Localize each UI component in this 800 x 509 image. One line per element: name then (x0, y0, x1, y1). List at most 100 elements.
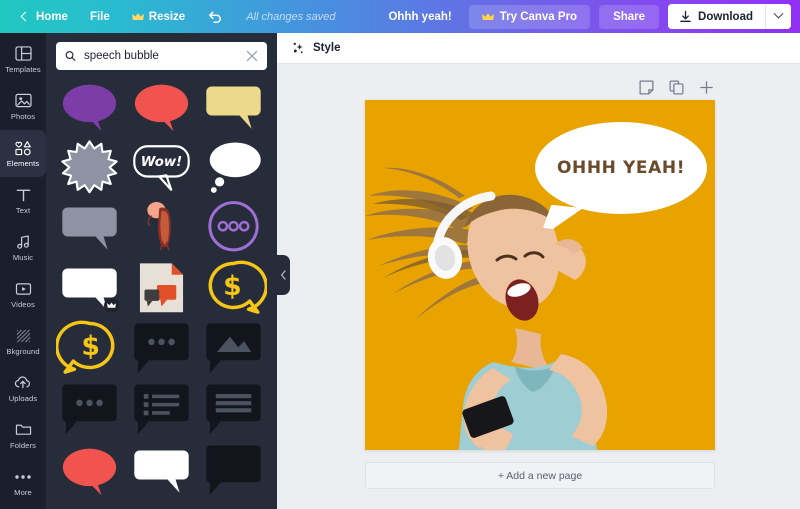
sidebar-item-more[interactable]: More (0, 459, 46, 506)
bubble-text: OHHH YEAH! (556, 158, 686, 178)
style-tab-label[interactable]: Style (313, 42, 341, 54)
download-group: Download (668, 4, 791, 29)
sidebar-item-videos[interactable]: Videos (0, 271, 46, 318)
save-status: All changes saved (246, 10, 336, 23)
element-result-grey-burst-bubble[interactable] (56, 139, 123, 195)
element-result-black-plain-bubble[interactable] (200, 442, 267, 498)
sidebar-item-label: Folders (9, 441, 37, 450)
add-new-page-button[interactable]: + Add a new page (365, 462, 715, 489)
element-result-paper-chat-icons[interactable] (128, 260, 195, 316)
download-label: Download (698, 10, 753, 23)
folders-icon (15, 421, 32, 438)
search-container (46, 33, 277, 78)
sparkle-icon (293, 42, 303, 53)
uploads-icon (14, 374, 32, 391)
resize-label: Resize (148, 10, 186, 23)
element-result-black-lines-bubble[interactable] (200, 381, 267, 437)
collapse-panel-button[interactable] (277, 255, 290, 295)
elements-panel: Wow! $ $ (46, 33, 277, 509)
sidebar-item-templates[interactable]: Templates (0, 36, 46, 83)
element-result-purple-dots-circle-bubble[interactable] (200, 199, 267, 255)
chevron-down-icon (773, 8, 784, 19)
download-options-button[interactable] (765, 4, 791, 29)
chevron-left-icon (20, 11, 31, 22)
element-result-white-thought-bubble[interactable] (200, 139, 267, 195)
sidebar-item-label: Elements (6, 159, 40, 168)
chevron-left-icon (280, 270, 286, 280)
templates-icon (14, 45, 32, 62)
download-button[interactable]: Download (668, 4, 765, 29)
sidebar-item-elements[interactable]: Elements (0, 130, 46, 177)
music-icon (15, 233, 32, 250)
element-result-white-small-bubble[interactable] (128, 442, 195, 498)
search-icon (65, 51, 76, 61)
sidebar-item-label: Photos (10, 112, 36, 121)
background-icon (15, 327, 32, 344)
crown-icon (481, 12, 494, 20)
sidebar-item-label: Text (15, 206, 31, 215)
sidebar-rail: Templates Photos Elements Text Music Vid… (0, 33, 46, 509)
design-speech-bubble[interactable]: OHHH YEAH! (535, 122, 707, 232)
sidebar-item-label: Uploads (8, 394, 38, 403)
top-toolbar-left: Home File Resize All changes saved (0, 5, 335, 29)
text-icon (15, 186, 32, 203)
element-result-black-dots-bubble-2[interactable] (56, 381, 123, 437)
design-title[interactable]: Ohhh yeah! (380, 6, 459, 28)
page-tools (639, 80, 714, 95)
canvas-area: OHHH YEAH! + Add a new page (277, 64, 800, 509)
sidebar-item-text[interactable]: Text (0, 177, 46, 224)
sidebar-item-background[interactable]: Bkground (0, 318, 46, 365)
sidebar-item-label: More (14, 488, 32, 497)
element-result-red-oval-bubble[interactable] (128, 78, 195, 134)
design-page[interactable]: OHHH YEAH! (365, 100, 715, 450)
element-result-bacon-character[interactable] (128, 199, 195, 255)
notes-icon[interactable] (639, 80, 654, 95)
clear-search-icon[interactable] (246, 50, 258, 62)
share-button[interactable]: Share (599, 4, 660, 29)
sidebar-item-label: Music (12, 253, 34, 262)
sidebar-item-folders[interactable]: Folders (0, 412, 46, 459)
top-toolbar-right: Ohhh yeah! Try Canva Pro Share Download (380, 4, 800, 29)
style-toolbar: Style (277, 33, 800, 64)
file-label: File (89, 10, 110, 23)
svg-text:$: $ (223, 271, 242, 302)
download-icon (680, 10, 691, 22)
undo-button[interactable] (196, 5, 234, 29)
svg-text:Wow!: Wow! (141, 155, 182, 170)
search-box[interactable] (56, 42, 267, 70)
element-result-black-dots-bubble[interactable] (128, 320, 195, 376)
duplicate-page-icon[interactable] (669, 80, 684, 95)
try-canva-pro-button[interactable]: Try Canva Pro (468, 4, 591, 29)
file-menu-button[interactable]: File (79, 6, 121, 28)
element-result-yellow-rounded-bubble[interactable] (200, 78, 267, 134)
sidebar-item-label: Bkground (6, 347, 40, 356)
element-result-black-list-bubble[interactable] (128, 381, 195, 437)
element-result-wow-outline-bubble[interactable]: Wow! (128, 139, 195, 195)
resize-button[interactable]: Resize (121, 6, 196, 28)
undo-icon (209, 10, 222, 23)
crown-icon (131, 12, 144, 20)
photos-icon (14, 92, 32, 109)
sidebar-item-uploads[interactable]: Uploads (0, 365, 46, 412)
share-label: Share (613, 10, 646, 23)
element-result-white-rect-bubble[interactable] (56, 260, 123, 316)
add-page-icon[interactable] (699, 80, 714, 95)
element-result-yellow-dollar-bubble-right[interactable]: $ (200, 260, 267, 316)
more-icon (14, 468, 32, 485)
element-result-red-circle-bubble[interactable] (56, 442, 123, 498)
top-toolbar: Home File Resize All changes saved Ohhh … (0, 0, 800, 33)
svg-text:$: $ (81, 331, 100, 362)
sidebar-item-music[interactable]: Music (0, 224, 46, 271)
sidebar-item-label: Templates (5, 65, 41, 74)
element-result-grey-rect-bubble[interactable] (56, 199, 123, 255)
element-result-black-image-bubble[interactable] (200, 320, 267, 376)
element-result-purple-oval-bubble[interactable] (56, 78, 123, 134)
search-input[interactable] (84, 50, 238, 62)
home-button[interactable]: Home (11, 6, 79, 28)
element-result-yellow-dollar-bubble[interactable]: $ (56, 320, 123, 376)
add-page-label: + Add a new page (497, 469, 583, 482)
try-pro-label: Try Canva Pro (499, 10, 578, 23)
elements-icon (14, 139, 33, 156)
sidebar-item-photos[interactable]: Photos (0, 83, 46, 130)
sidebar-item-label: Videos (11, 300, 35, 309)
